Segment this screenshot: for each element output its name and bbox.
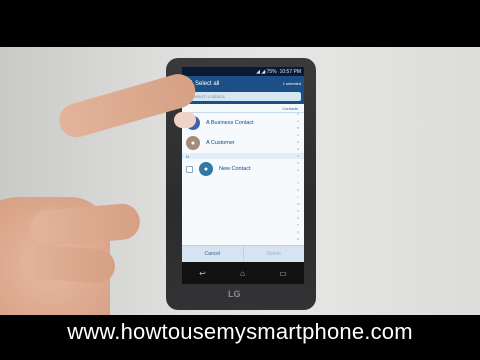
website-caption: www.howtousemysmartphone.com — [67, 319, 413, 344]
status-time: 10:57 PM — [279, 68, 301, 75]
index-letter[interactable]: F — [297, 154, 301, 158]
home-icon[interactable]: ⌂ — [240, 269, 245, 278]
contact-row-1[interactable]: ● A Business Contact — [182, 113, 304, 133]
index-letter[interactable]: # — [297, 112, 301, 116]
recent-apps-icon[interactable]: ▭ — [279, 269, 287, 278]
index-letter[interactable]: I — [297, 174, 301, 178]
select-all-label[interactable]: Select all — [195, 81, 219, 87]
phone-screen: ◢ ◢ 75% 10:57 PM Select all 1 selected ⌕… — [182, 67, 304, 284]
contact-checkbox[interactable] — [186, 165, 193, 173]
index-letter[interactable]: L — [297, 195, 301, 199]
index-letter[interactable]: C — [297, 133, 301, 137]
contact-name: New Contact — [219, 166, 251, 172]
index-letter[interactable]: K — [297, 188, 301, 192]
alphabet-index[interactable]: # A B C D E F G H I J K L M N O P Q R S … — [297, 112, 301, 262]
index-letter[interactable]: M — [297, 202, 301, 206]
finger-ring — [18, 243, 117, 285]
index-letter[interactable]: G — [297, 161, 301, 165]
search-row: ⌕ Search contacts — [182, 91, 304, 104]
fingernail — [174, 112, 196, 128]
index-letter[interactable]: A — [297, 119, 301, 123]
search-input[interactable]: ⌕ Search contacts — [185, 92, 301, 101]
status-bar: ◢ ◢ 75% 10:57 PM — [182, 67, 304, 76]
search-placeholder: Search contacts — [192, 94, 225, 99]
cancel-button[interactable]: Cancel — [182, 246, 243, 262]
contact-avatar-icon: ● — [199, 162, 213, 176]
bottom-action-bar: Cancel Delete — [182, 245, 304, 262]
contact-avatar-icon: ● — [186, 136, 200, 150]
action-bar: Select all 1 selected — [182, 76, 304, 91]
back-icon[interactable]: ↩ — [199, 269, 206, 278]
index-letter[interactable]: Q — [297, 230, 301, 234]
index-letter[interactable]: N — [297, 209, 301, 213]
selected-count: 1 selected — [282, 81, 301, 86]
index-letter[interactable]: E — [297, 147, 301, 151]
index-letter[interactable]: P — [297, 223, 301, 227]
lg-logo: LG — [228, 289, 241, 299]
status-icons: ◢ ◢ 75% — [256, 68, 277, 75]
delete-button[interactable]: Delete — [242, 246, 305, 262]
index-letter[interactable]: D — [297, 140, 301, 144]
index-letter[interactable]: B — [297, 126, 301, 130]
index-letter[interactable]: R — [297, 237, 301, 241]
navigation-bar: ↩ ⌂ ▭ — [182, 262, 304, 284]
index-letter[interactable]: O — [297, 216, 301, 220]
section-label: Contacts — [182, 104, 304, 113]
contact-name: A Business Contact — [206, 120, 254, 126]
contact-row-2[interactable]: ● A Customer — [182, 133, 304, 153]
index-letter[interactable]: J — [297, 181, 301, 185]
contact-name: A Customer — [206, 140, 235, 146]
contact-row-3[interactable]: ● New Contact — [182, 159, 304, 179]
index-letter[interactable]: H — [297, 168, 301, 172]
